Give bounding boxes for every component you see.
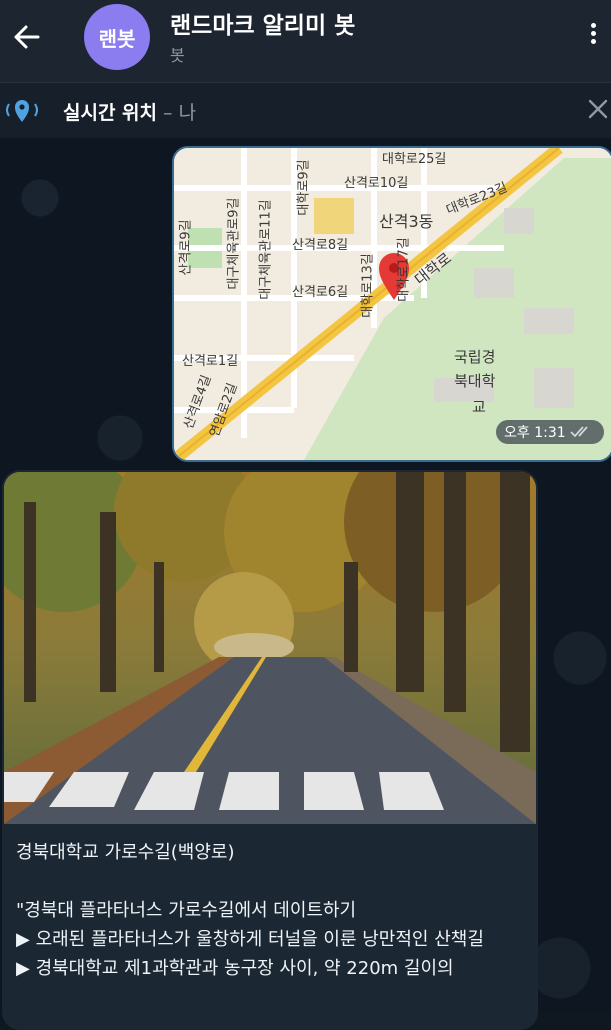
message-timestamp: 오후 1:31 — [496, 420, 604, 444]
map-label: 국립경 — [454, 348, 496, 366]
caption-line: ▶ 오래된 플라타너스가 울창하게 터널을 이룬 낭만적인 산책길 — [16, 929, 484, 950]
map-label: 대구체육관로11길 — [258, 199, 274, 300]
live-location-owner: – 나 — [157, 102, 197, 124]
chat-header: 랜봇 랜드마크 알리미 봇 봇 — [0, 0, 611, 82]
photo-message[interactable]: 경북대학교 가로수길(백양로) "경북대 플라타너스 가로수길에서 데이트하기 … — [2, 470, 538, 1030]
map-label: 대학로13길 — [360, 253, 376, 318]
caption-line — [16, 867, 528, 896]
map-label: 산격로6길 — [292, 285, 349, 300]
map-label: 교 — [472, 398, 486, 416]
chat-title[interactable]: 랜드마크 알리미 봇 — [170, 6, 355, 40]
close-icon[interactable] — [586, 97, 610, 121]
live-location-text: 실시간 위치 – 나 — [63, 98, 196, 125]
timestamp-text: 오후 1:31 — [504, 425, 566, 441]
map-label: 산격로10길 — [344, 176, 409, 191]
back-arrow-icon[interactable] — [8, 17, 48, 57]
caption-line: ▶ 경북대학교 제1과학관과 농구장 사이, 약 220m 길이의 — [16, 958, 454, 979]
more-menu-icon[interactable] — [582, 20, 604, 54]
live-location-bar[interactable]: 실시간 위치 – 나 — [0, 82, 611, 139]
map-label: 산격3동 — [379, 212, 434, 231]
live-location-label: 실시간 위치 — [63, 102, 158, 124]
map-label: 산격로1길 — [182, 354, 239, 369]
message-photo[interactable] — [4, 472, 536, 824]
map-label: 북대학 — [454, 372, 496, 390]
double-check-icon — [570, 426, 588, 438]
photo-caption: 경북대학교 가로수길(백양로) "경북대 플라타너스 가로수길에서 데이트하기 … — [16, 838, 528, 983]
chat-subtitle: 봇 — [170, 46, 185, 65]
caption-line: 경북대학교 가로수길(백양로) — [16, 842, 235, 863]
map-image — [174, 148, 611, 460]
location-map-message[interactable]: 대학로25길 산격로10길 산격3동 대학로23길 산격로9길 대구체육관로9길… — [172, 146, 611, 462]
caption-line: "경북대 플라타너스 가로수길에서 데이트하기 — [16, 900, 357, 921]
map-label: 산격로8길 — [292, 238, 349, 253]
map-label: 대학로9길 — [296, 159, 312, 216]
live-location-icon — [4, 96, 40, 124]
map-label: 대학로17길 — [396, 237, 412, 302]
map-label: 산격로9길 — [178, 219, 194, 276]
map-label: 대학로25길 — [382, 152, 447, 167]
avatar[interactable]: 랜봇 — [84, 4, 150, 70]
map-label: 대구체육관로9길 — [226, 197, 242, 290]
